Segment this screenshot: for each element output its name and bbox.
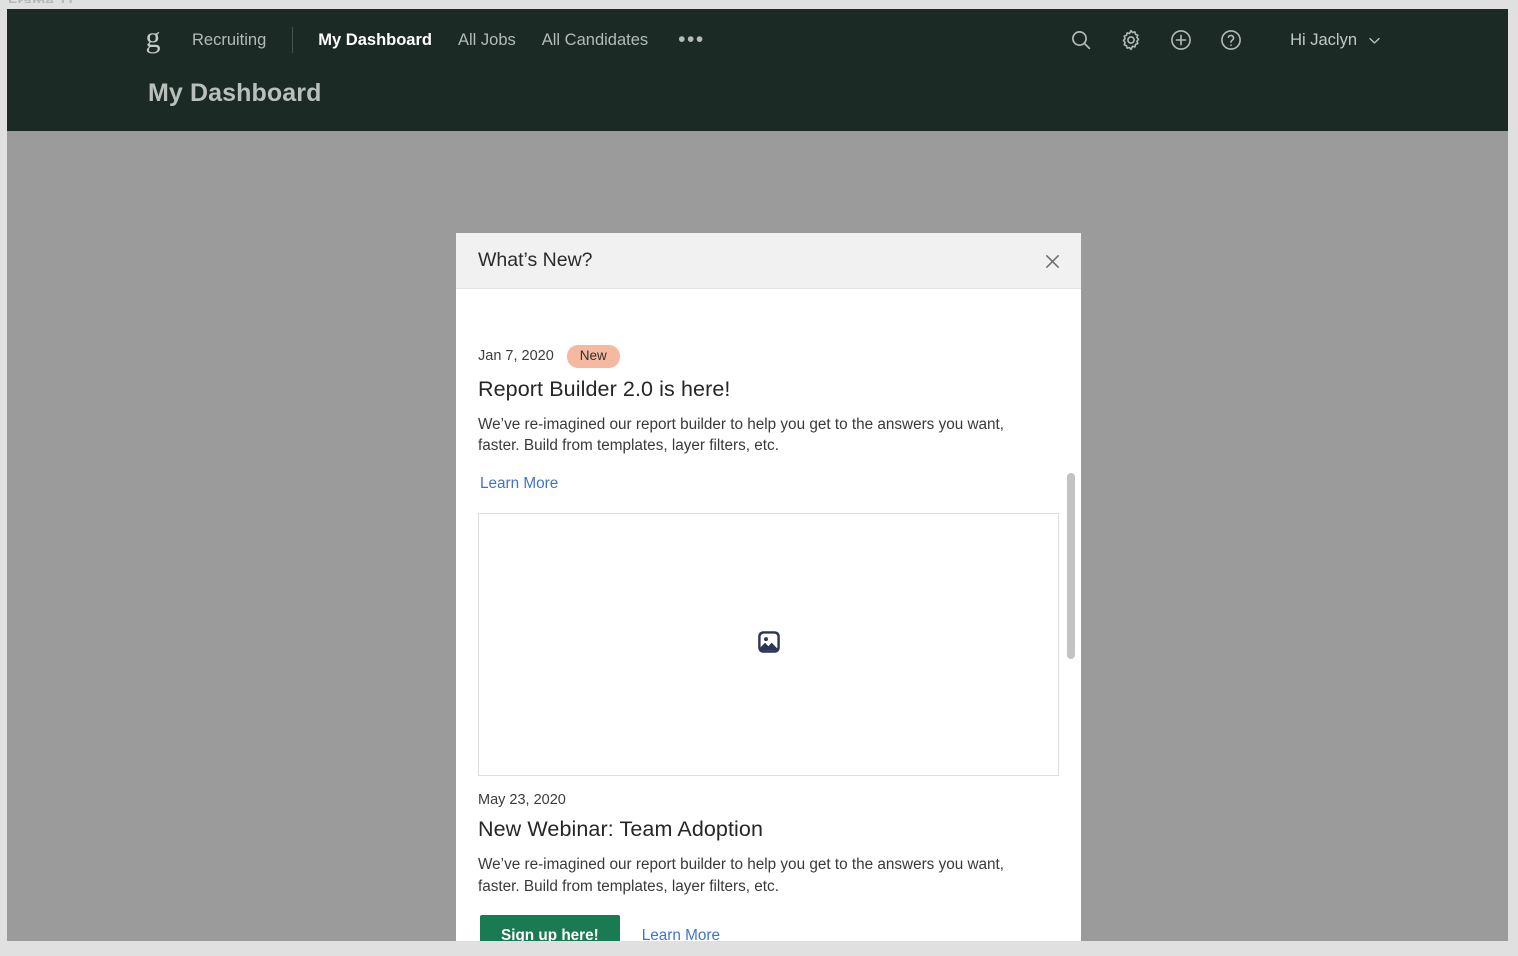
nav-right-cluster: Hi Jaclyn <box>1064 9 1508 71</box>
plus-circle-icon[interactable] <box>1164 23 1198 57</box>
chevron-down-icon[interactable] <box>1367 33 1382 48</box>
entry-date: May 23, 2020 <box>478 791 566 808</box>
nav-item-my-dashboard[interactable]: My Dashboard <box>318 31 432 50</box>
nav-item-all-jobs[interactable]: All Jobs <box>458 31 516 50</box>
top-navigation-bar: g Recruiting My Dashboard All Jobs All C… <box>7 9 1508 131</box>
nav-brand-recruiting[interactable]: Recruiting <box>192 31 266 50</box>
page-title: My Dashboard <box>148 79 322 107</box>
help-circle-icon[interactable] <box>1214 23 1248 57</box>
whats-new-entry: Jan 7, 2020 New Report Builder 2.0 is he… <box>456 289 1081 776</box>
page-body: What’s New? Jan 7, 2020 New Report Build… <box>7 131 1508 941</box>
image-placeholder-icon <box>757 630 781 659</box>
nav-overflow-menu-icon[interactable]: ••• <box>678 29 705 49</box>
screen-root: Frame 11 g Recruiting My Dashboard All J… <box>0 0 1518 956</box>
entry-title: Report Builder 2.0 is here! <box>478 376 731 401</box>
entry-title: New Webinar: Team Adoption <box>478 816 764 841</box>
learn-more-link[interactable]: Learn More <box>642 927 720 941</box>
entry-date: Jan 7, 2020 <box>478 348 554 365</box>
nav-item-all-candidates[interactable]: All Candidates <box>542 31 648 50</box>
app-frame: g Recruiting My Dashboard All Jobs All C… <box>7 9 1508 941</box>
entry-body: We’ve re-imagined our report builder to … <box>478 415 1005 455</box>
frame-label: Frame 11 <box>8 0 75 3</box>
learn-more-link[interactable]: Learn More <box>480 475 558 493</box>
modal-scroll-area[interactable]: Jan 7, 2020 New Report Builder 2.0 is he… <box>456 289 1081 941</box>
gear-icon[interactable] <box>1114 23 1148 57</box>
entry-body: We’ve re-imagined our report builder to … <box>478 855 1005 895</box>
modal-scrollbar-track[interactable] <box>1067 289 1075 941</box>
nav-row: g Recruiting My Dashboard All Jobs All C… <box>7 9 1508 71</box>
entry-meta: Jan 7, 2020 New <box>478 345 1059 368</box>
modal-scrollbar-thumb[interactable] <box>1067 473 1075 659</box>
modal-header: What’s New? <box>456 233 1081 289</box>
user-greeting[interactable]: Hi Jaclyn <box>1290 31 1357 50</box>
entry-actions: Sign up here! Learn More <box>478 915 1059 941</box>
greenhouse-logo-icon[interactable]: g <box>140 23 166 57</box>
entry-actions: Learn More <box>478 475 1059 493</box>
status-badge: New <box>566 345 620 368</box>
modal-title: What’s New? <box>478 249 593 271</box>
nav-divider <box>292 27 294 53</box>
entry-media-box <box>478 512 1059 776</box>
sign-up-button[interactable]: Sign up here! <box>480 915 620 941</box>
whats-new-entry: May 23, 2020 New Webinar: Team Adoption … <box>456 776 1081 941</box>
search-icon[interactable] <box>1064 23 1098 57</box>
whats-new-modal: What’s New? Jan 7, 2020 New Report Build… <box>456 233 1081 941</box>
entry-meta: May 23, 2020 <box>478 792 1059 808</box>
close-icon[interactable] <box>1037 246 1067 276</box>
